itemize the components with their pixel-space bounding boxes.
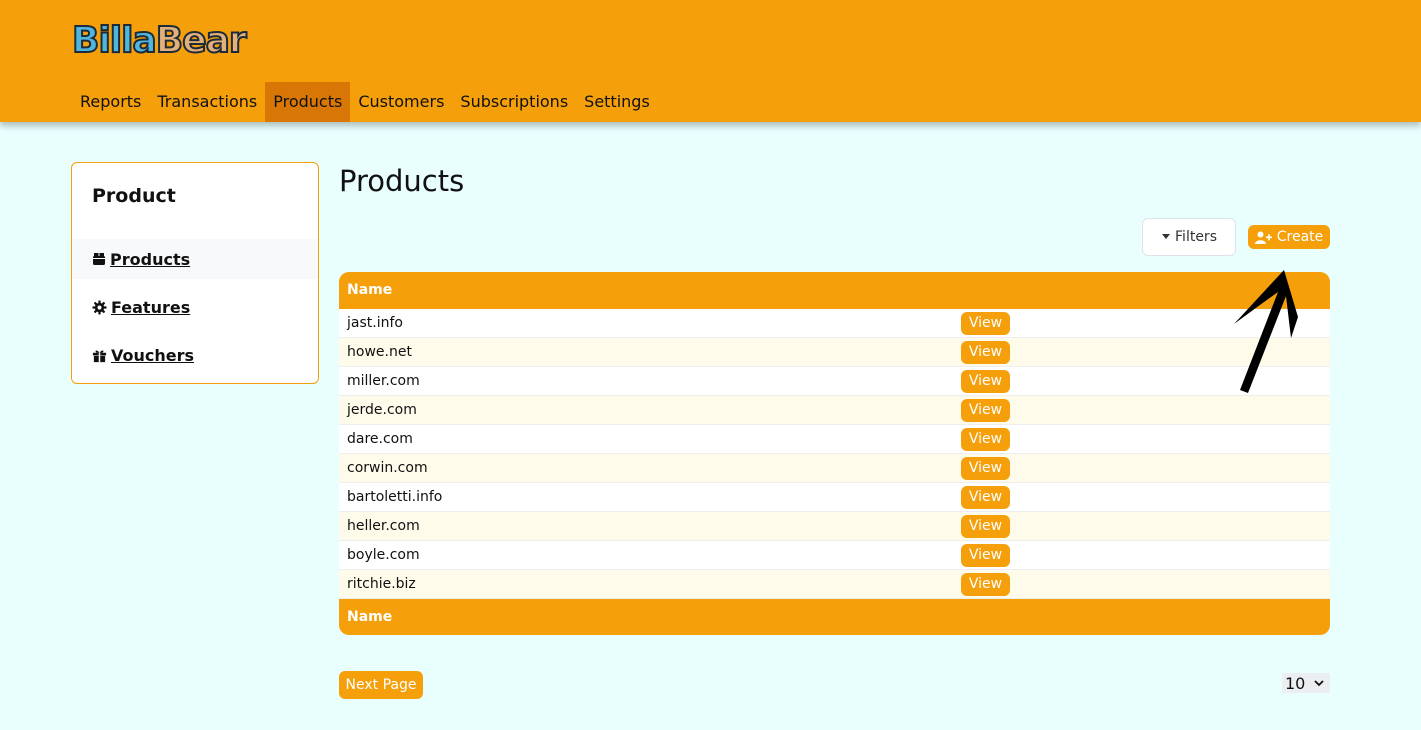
gift-icon — [92, 350, 107, 362]
column-footer-name: Name — [347, 609, 393, 625]
view-button[interactable]: View — [961, 486, 1010, 509]
table-header: Name — [339, 272, 1330, 309]
view-button[interactable]: View — [961, 312, 1010, 335]
main-nav: Reports Transactions Products Customers … — [72, 82, 658, 122]
brand-logo-part1: Billa — [71, 19, 158, 62]
table-footer: Name — [339, 599, 1330, 635]
filters-label: Filters — [1175, 229, 1217, 245]
table-row: jast.info View — [339, 309, 1330, 338]
create-button[interactable]: Create — [1248, 225, 1330, 249]
page-title: Products — [339, 164, 465, 198]
sidebar-title: Product — [92, 185, 176, 207]
nav-item-reports[interactable]: Reports — [72, 82, 149, 122]
filters-button[interactable]: Filters — [1142, 218, 1236, 256]
user-plus-icon — [1254, 231, 1272, 244]
row-name: jerde.com — [347, 402, 417, 418]
sidebar-item-label: Products — [110, 249, 191, 269]
gear-icon — [92, 299, 107, 315]
nav-item-subscriptions[interactable]: Subscriptions — [452, 82, 576, 122]
view-button[interactable]: View — [961, 544, 1010, 567]
table-row: dare.com View — [339, 425, 1330, 454]
products-table: Name jast.info View howe.net View miller… — [339, 272, 1330, 635]
brand-logo[interactable]: BillaBear — [71, 19, 248, 62]
nav-item-settings[interactable]: Settings — [576, 82, 658, 122]
table-row: corwin.com View — [339, 454, 1330, 483]
next-page-button[interactable]: Next Page — [339, 671, 423, 699]
view-button[interactable]: View — [961, 370, 1010, 393]
row-name: dare.com — [347, 431, 413, 447]
sidebar: Product Products Features Vouchers — [71, 162, 319, 384]
view-button[interactable]: View — [961, 573, 1010, 596]
table-row: ritchie.biz View — [339, 570, 1330, 599]
top-bar: BillaBear Reports Transactions Products … — [0, 0, 1421, 122]
row-name: boyle.com — [347, 547, 420, 563]
chevron-down-icon — [1314, 679, 1324, 686]
view-button[interactable]: View — [961, 428, 1010, 451]
table-row: jerde.com View — [339, 396, 1330, 425]
annotation-arrow-icon — [1234, 270, 1298, 393]
sidebar-item-label: Features — [111, 297, 191, 317]
row-name: corwin.com — [347, 460, 428, 476]
sidebar-item-vouchers[interactable]: Vouchers — [72, 335, 318, 375]
row-name: ritchie.biz — [347, 576, 416, 592]
table-row: miller.com View — [339, 367, 1330, 396]
table-row: boyle.com View — [339, 541, 1330, 570]
caret-down-icon — [1162, 234, 1171, 239]
brand-logo-part2: Bear — [155, 19, 248, 62]
sidebar-item-label: Vouchers — [111, 345, 195, 365]
table-row: howe.net View — [339, 338, 1330, 367]
sidebar-item-features[interactable]: Features — [72, 287, 318, 327]
page-size-value: 10 — [1285, 673, 1306, 693]
table-row: heller.com View — [339, 512, 1330, 541]
row-name: heller.com — [347, 518, 420, 534]
view-button[interactable]: View — [961, 457, 1010, 480]
nav-item-transactions[interactable]: Transactions — [149, 82, 265, 122]
nav-item-products[interactable]: Products — [265, 82, 351, 122]
row-name: howe.net — [347, 344, 412, 360]
column-header-name: Name — [347, 282, 393, 298]
row-name: bartoletti.info — [347, 489, 443, 505]
view-button[interactable]: View — [961, 341, 1010, 364]
create-label: Create — [1276, 229, 1324, 245]
nav-item-customers[interactable]: Customers — [350, 82, 452, 122]
box-icon — [93, 253, 105, 265]
view-button[interactable]: View — [961, 399, 1010, 422]
row-name: miller.com — [347, 373, 420, 389]
table-row: bartoletti.info View — [339, 483, 1330, 512]
view-button[interactable]: View — [961, 515, 1010, 538]
row-name: jast.info — [347, 315, 403, 331]
sidebar-item-products[interactable]: Products — [72, 239, 318, 279]
page-size-select[interactable]: 10 — [1282, 673, 1330, 693]
